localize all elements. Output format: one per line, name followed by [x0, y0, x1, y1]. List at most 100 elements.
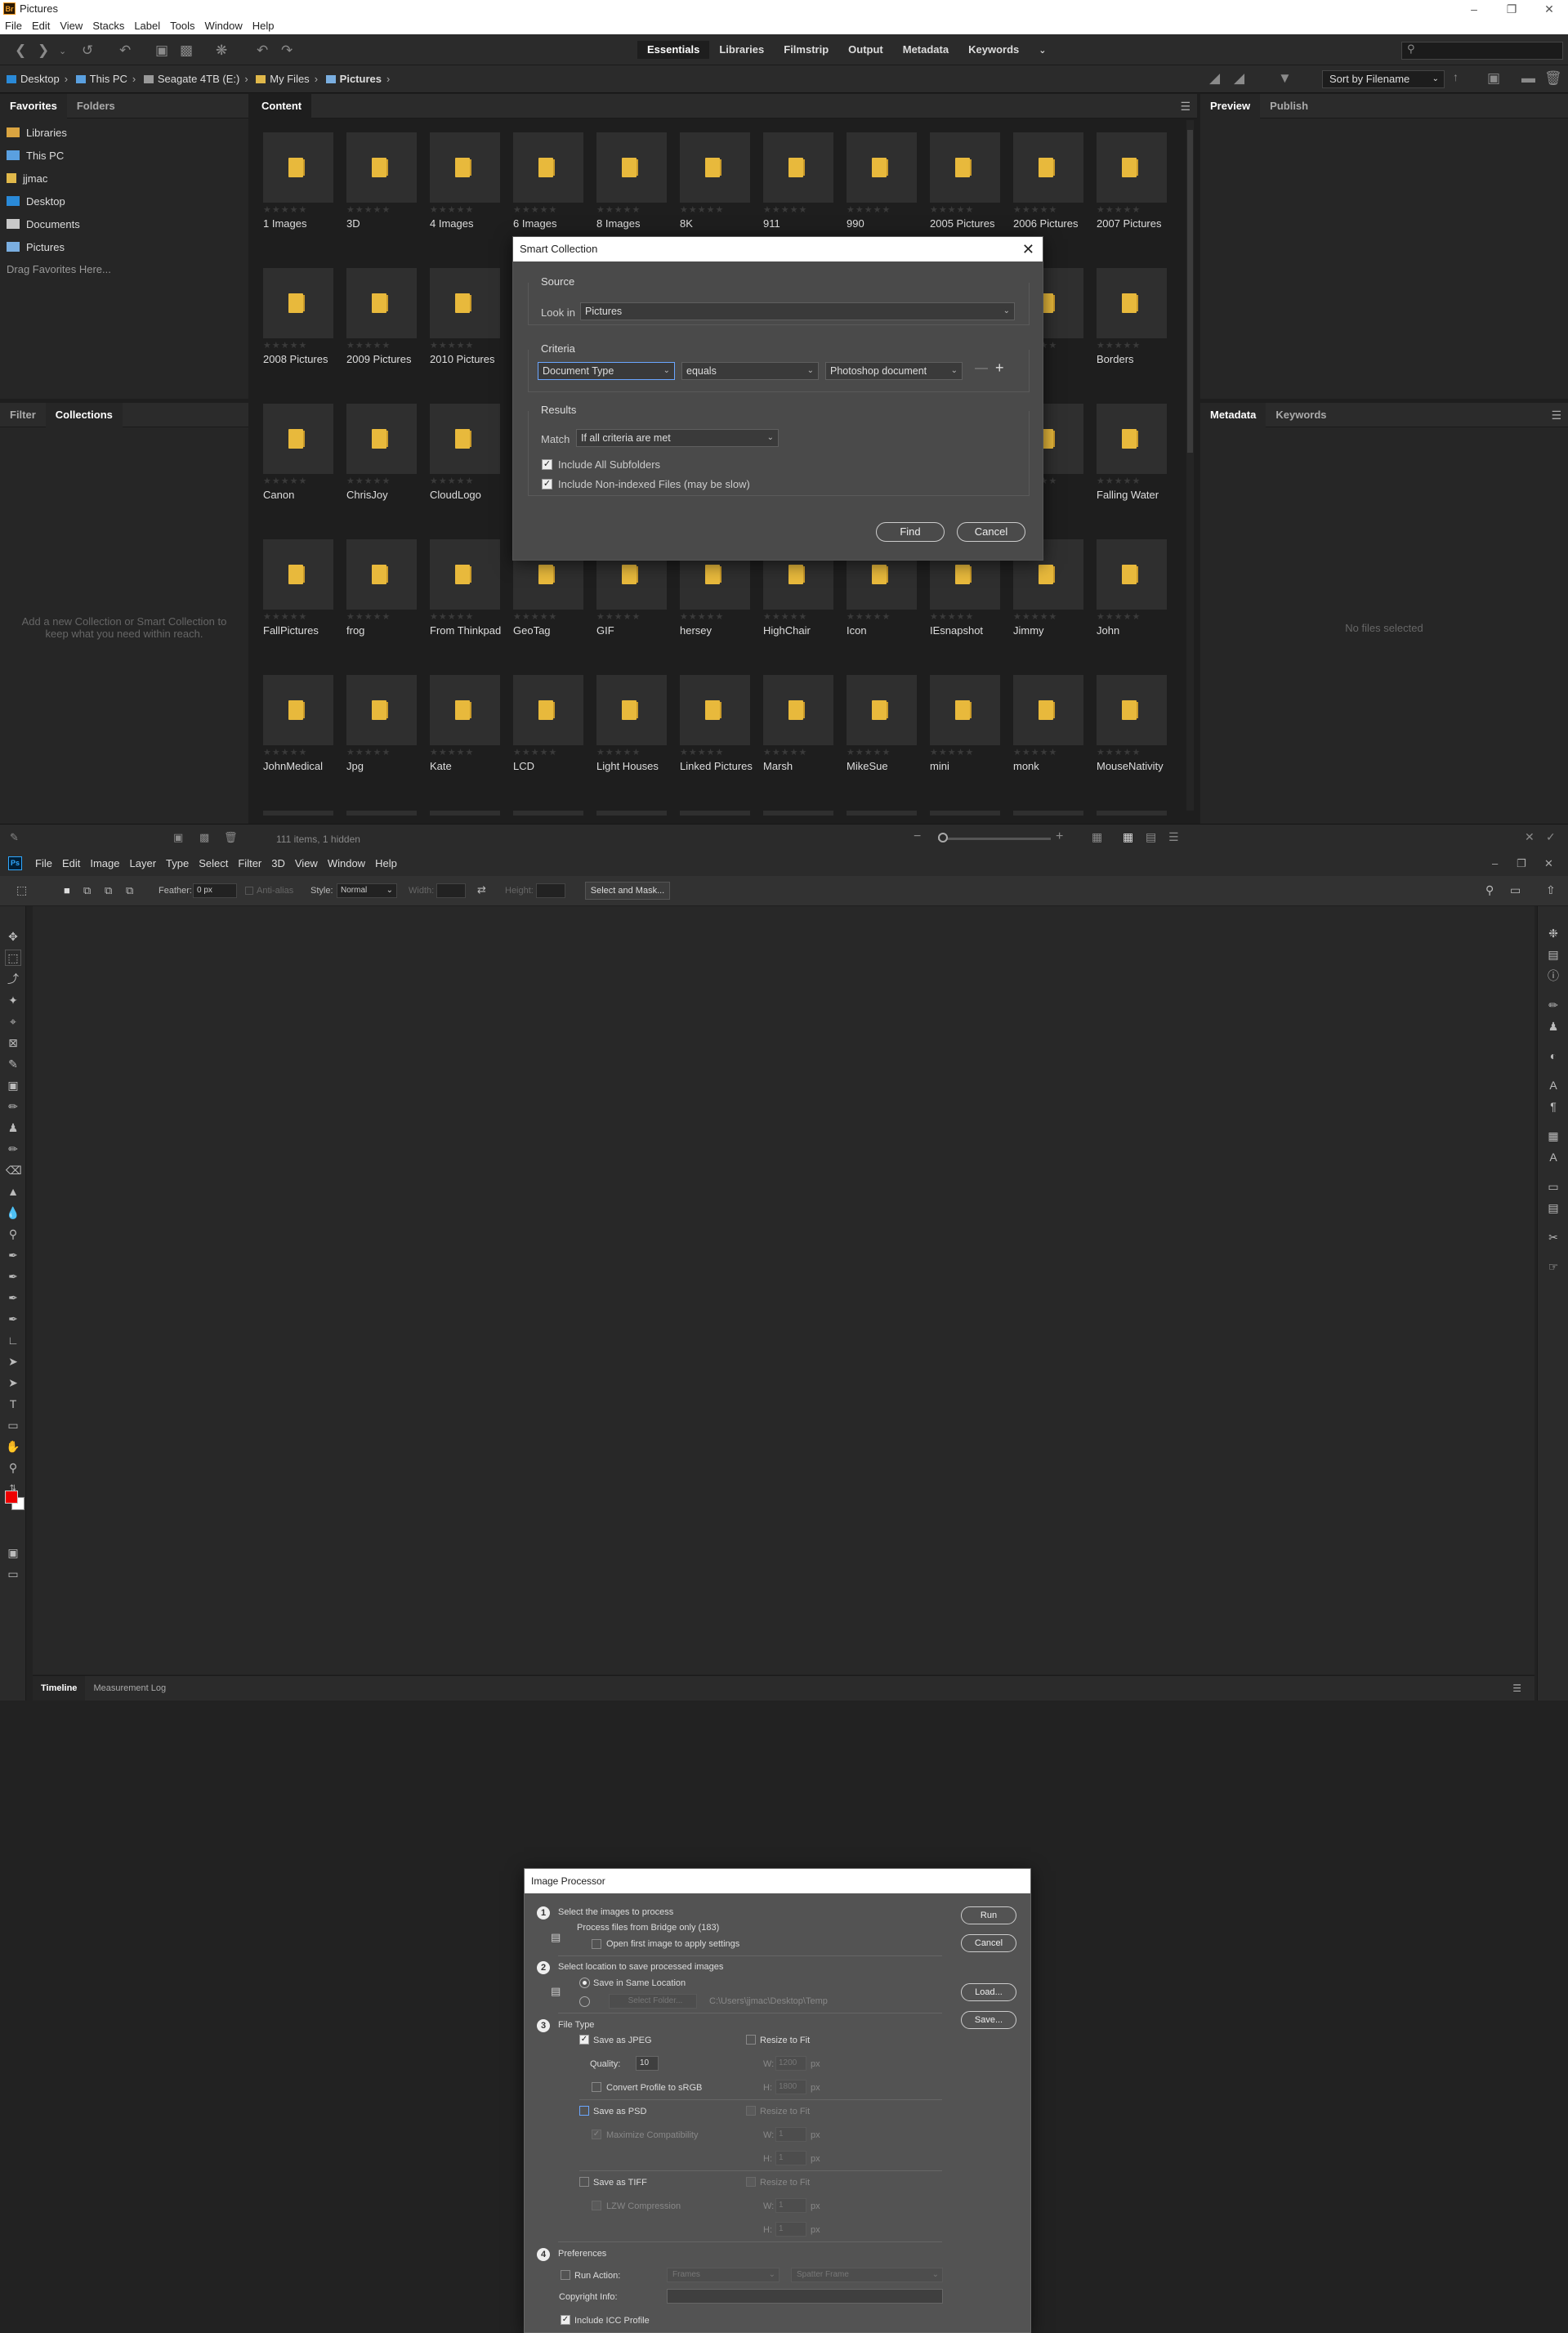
reject-icon[interactable]: ✕ [1525, 830, 1534, 844]
save-jpeg-checkbox[interactable]: ✓ [579, 2035, 589, 2045]
tab-content[interactable]: Content [252, 94, 312, 118]
healing-brush-icon[interactable]: ▣ [6, 1078, 20, 1093]
rating-stars[interactable]: ★★★★★ [680, 612, 763, 622]
cancel-button[interactable]: Cancel [961, 1934, 1016, 1952]
rating-stars[interactable]: ★★★★★ [763, 612, 847, 622]
breadcrumb-this-pc[interactable]: This PC [75, 73, 127, 85]
brush-settings-icon[interactable]: ✏ [1546, 998, 1561, 1012]
workspace-filmstrip[interactable]: Filmstrip [774, 41, 838, 59]
marquee-preset-icon[interactable]: ⬚ [16, 883, 27, 897]
rating-stars[interactable]: ★★★★★ [1013, 748, 1097, 758]
panel-menu-icon[interactable]: ☰ [1504, 1676, 1530, 1701]
menu-file[interactable]: File [0, 18, 27, 34]
type-tool-icon[interactable]: T [6, 1397, 20, 1411]
folder-thumbnail[interactable]: ★★★★★ Falling Water [1097, 404, 1180, 506]
load-button[interactable]: Load... [961, 1983, 1016, 2001]
sort-ascending-icon[interactable]: ↑ [1453, 70, 1459, 83]
ps-menu-view[interactable]: View [290, 851, 323, 876]
folder-thumbnail[interactable]: ★★★★★ 911 [763, 132, 847, 235]
ps-close-icon[interactable]: ✕ [1539, 851, 1558, 876]
swap-icon[interactable]: ⇄ [477, 883, 486, 896]
workspace-essentials[interactable]: Essentials [637, 41, 710, 59]
pen-tool-icon[interactable]: ✒ [6, 1248, 20, 1263]
actions-icon[interactable]: ☞ [1546, 1259, 1561, 1274]
favorite-desktop[interactable]: Desktop [0, 190, 248, 213]
glyphs-icon[interactable]: ▦ [1546, 1129, 1561, 1143]
folder-thumbnail[interactable]: ★★★★★ 2007 Pictures [1097, 132, 1180, 235]
width-input[interactable] [436, 883, 466, 898]
rating-stars[interactable]: ★★★★★ [930, 612, 1013, 622]
subtract-selection-icon[interactable]: ⧉ [105, 884, 112, 897]
ps-minimize-icon[interactable]: – [1487, 851, 1503, 876]
save-tiff-checkbox[interactable] [579, 2177, 589, 2187]
tab-measurement-log[interactable]: Measurement Log [85, 1676, 174, 1701]
zoom-out-icon[interactable]: − [914, 829, 921, 844]
criteria-field-select[interactable]: Document Type ⌄ [538, 362, 675, 380]
folder-thumbnail[interactable]: ★★★★★ ChrisJoy [346, 404, 430, 506]
slider-handle[interactable] [938, 833, 948, 842]
sort-select[interactable]: Sort by Filename ⌄ [1322, 70, 1445, 88]
workspace-output[interactable]: Output [838, 41, 893, 59]
folder-thumbnail[interactable]: ★★★★★ Light Houses [596, 675, 680, 777]
psd-resize-checkbox[interactable] [746, 2106, 756, 2116]
menu-label[interactable]: Label [129, 18, 165, 34]
search-icon[interactable]: ⚲ [1485, 883, 1494, 897]
blur-tool-icon[interactable]: 💧 [6, 1205, 20, 1220]
edit-pencil-icon[interactable]: ✎ [10, 831, 19, 844]
tab-keywords[interactable]: Keywords [1266, 403, 1336, 427]
folder-thumbnail[interactable] [430, 811, 513, 816]
workspace-metadata[interactable]: Metadata [893, 41, 958, 59]
minimize-icon[interactable]: – [1455, 0, 1493, 18]
list-view-icon[interactable]: ☰ [1168, 830, 1179, 844]
rating-stars[interactable]: ★★★★★ [763, 748, 847, 758]
maximize-compat-checkbox[interactable]: ✓ [592, 2130, 601, 2139]
favorite-pictures[interactable]: Pictures [0, 236, 248, 259]
remove-criteria-icon[interactable]: — [975, 361, 988, 376]
rating-stars[interactable]: ★★★★★ [847, 205, 930, 215]
rating-stars[interactable]: ★★★★★ [513, 612, 596, 622]
find-button[interactable]: Find [876, 522, 945, 542]
clone-stamp-icon[interactable]: ♟ [6, 1120, 20, 1135]
run-button[interactable]: Run [961, 1906, 1016, 1924]
paint-bucket-icon[interactable]: ▲ [6, 1184, 20, 1199]
tab-collections[interactable]: Collections [45, 403, 123, 427]
folder-thumbnail[interactable]: ★★★★★ Marsh [763, 675, 847, 777]
folder-thumbnail[interactable]: ★★★★★ monk [1013, 675, 1097, 777]
histogram-icon[interactable]: ▤ [1546, 947, 1561, 962]
brush-tool-icon[interactable]: ✏ [6, 1099, 20, 1114]
run-action-checkbox[interactable] [561, 2270, 570, 2280]
folder-thumbnail[interactable]: ★★★★★ 4 Images [430, 132, 513, 235]
ps-menu-help[interactable]: Help [370, 851, 402, 876]
folder-thumbnail[interactable]: ★★★★★ 3D [346, 132, 430, 235]
height-input[interactable] [536, 883, 565, 898]
rating-stars[interactable]: ★★★★★ [513, 205, 596, 215]
convert-srgb-checkbox[interactable] [592, 2082, 601, 2092]
info-icon[interactable]: ⓘ [1546, 968, 1561, 983]
rating-stars[interactable]: ★★★★★ [513, 748, 596, 758]
thumbnail-view-icon[interactable]: ▦ [1123, 830, 1133, 844]
folder-thumbnail[interactable] [763, 811, 847, 816]
foreground-color-swatch[interactable] [5, 1491, 18, 1504]
rating-stars[interactable]: ★★★★★ [1013, 612, 1097, 622]
psd-h-input[interactable]: 1 [775, 2151, 806, 2165]
folder-thumbnail[interactable] [680, 811, 763, 816]
restore-icon[interactable]: ❐ [1493, 0, 1530, 18]
folder-thumbnail[interactable]: ★★★★★ 990 [847, 132, 930, 235]
character-styles-icon[interactable]: A [1546, 1150, 1561, 1164]
thumbnail-size-slider[interactable] [938, 838, 1051, 840]
zoom-tool-icon[interactable]: ⚲ [6, 1460, 20, 1475]
quality-filter-icon[interactable]: ◢ [1234, 70, 1244, 87]
content-aware-pen-icon[interactable]: ✒ [6, 1312, 20, 1326]
folder-thumbnail[interactable]: ★★★★★ 2008 Pictures [263, 268, 346, 370]
add-selection-icon[interactable]: ⧉ [83, 884, 91, 897]
folder-thumbnail[interactable]: ★★★★★ Jpg [346, 675, 430, 777]
rating-stars[interactable]: ★★★★★ [263, 612, 346, 622]
favorite-libraries[interactable]: Libraries [0, 122, 248, 145]
character-icon[interactable]: A [1546, 1078, 1561, 1093]
trash-icon[interactable]: 🗑 [1544, 70, 1562, 87]
menu-edit[interactable]: Edit [27, 18, 55, 34]
rectangle-tool-icon[interactable]: ▭ [6, 1418, 20, 1432]
folder-thumbnail[interactable] [346, 811, 430, 816]
folder-thumbnail[interactable]: ★★★★★ 1 Images [263, 132, 346, 235]
ps-menu-image[interactable]: Image [85, 851, 124, 876]
